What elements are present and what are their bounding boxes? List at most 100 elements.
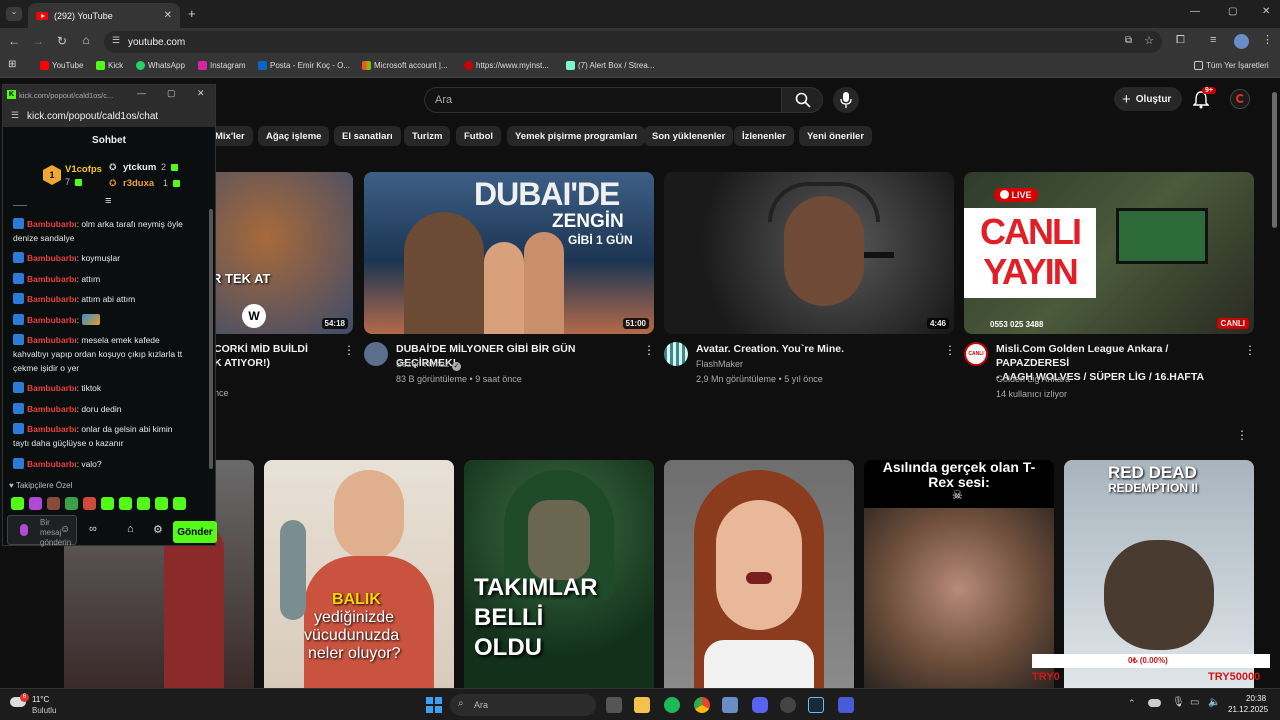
spotify-icon[interactable] xyxy=(664,697,680,713)
bookmark-myinstants[interactable]: https://www.myinst... xyxy=(464,61,549,70)
forward-icon[interactable]: → xyxy=(30,34,46,48)
emote-icon[interactable] xyxy=(65,497,78,510)
omnibox[interactable]: ☰ youtube.com ⧉ ☆ xyxy=(104,31,1162,53)
maximize-icon[interactable]: ▢ xyxy=(1228,6,1237,17)
bookmark-alertbox[interactable]: (7) Alert Box / Strea... xyxy=(566,61,654,70)
bookmark-whatsapp[interactable]: WhatsApp xyxy=(136,61,185,70)
bookmark-outlook[interactable]: Posta - Emir Koç - O... xyxy=(258,61,350,70)
send-button[interactable]: Gönder xyxy=(173,521,217,543)
short-thumbnail[interactable]: BALIK yediğinizde vücudunuzda neler oluy… xyxy=(264,460,454,688)
back-icon[interactable]: ← xyxy=(6,34,22,48)
site-info-icon[interactable]: ☰ xyxy=(112,35,120,46)
create-button[interactable]: + Oluştur xyxy=(1114,87,1182,111)
page-scrollbar[interactable] xyxy=(1272,92,1277,228)
app-icon[interactable] xyxy=(780,697,796,713)
video-title[interactable]: CORKİ MİD BUİLDİ K ATIYOR!) xyxy=(214,342,334,370)
app-icon[interactable] xyxy=(838,697,854,713)
bookmark-kick[interactable]: Kick xyxy=(96,61,123,70)
volume-icon[interactable]: 🔈 xyxy=(1208,697,1220,708)
popout-minimize-icon[interactable]: — xyxy=(137,88,146,98)
chat-settings-icon[interactable]: ∞ xyxy=(89,523,97,535)
reading-list-icon[interactable]: ≡ xyxy=(1210,34,1216,46)
clock-date[interactable]: 21.12.2025 xyxy=(1228,705,1268,714)
tray-chevron-icon[interactable]: ⌃ xyxy=(1128,698,1136,709)
shorts-menu-icon[interactable]: ⋮ xyxy=(1236,428,1248,442)
onedrive-icon[interactable] xyxy=(1148,699,1161,707)
video-thumbnail[interactable]: DUBAI'DE ZENGİN GİBİ 1 GÜN 51:00 xyxy=(364,172,654,334)
chip-football[interactable]: Futbol xyxy=(456,126,502,146)
chip-woodworking[interactable]: Ağaç işleme xyxy=(258,126,330,146)
emote-icon[interactable] xyxy=(173,497,186,510)
channel-avatar[interactable]: CANLI xyxy=(964,342,988,366)
leader-name[interactable]: ytckum xyxy=(123,162,156,173)
emote-icon[interactable] xyxy=(119,497,132,510)
steam-icon[interactable] xyxy=(808,697,824,713)
bookmark-instagram[interactable]: Instagram xyxy=(198,61,246,70)
emote-icon[interactable] xyxy=(47,497,60,510)
channel-name[interactable]: FlashMaker xyxy=(696,357,743,371)
microphone-tray-icon[interactable]: 🎙 xyxy=(1172,697,1185,708)
taskbar-search[interactable]: ⌕ Ara xyxy=(450,694,596,716)
short-thumbnail[interactable]: Asılında gerçek olan T-Rex sesi: ☠ xyxy=(864,460,1054,688)
collapse-icon[interactable]: ≡ xyxy=(105,195,111,207)
chip-cooking[interactable]: Yemek pişirme programları xyxy=(507,126,645,146)
new-tab-icon[interactable]: + xyxy=(188,6,196,21)
notifications-button[interactable]: 9+ xyxy=(1192,87,1216,109)
clock-time[interactable]: 20:38 xyxy=(1246,694,1266,703)
leader-name[interactable]: V1cofps xyxy=(65,164,102,175)
all-bookmarks[interactable]: Tüm Yer İşaretleri xyxy=(1194,61,1269,70)
video-menu-icon[interactable]: ⋮ xyxy=(1244,343,1256,357)
close-window-icon[interactable]: ✕ xyxy=(1262,6,1270,17)
chat-input[interactable]: Bir mesaj gönderin ☺ xyxy=(7,515,77,547)
popout-close-icon[interactable]: ✕ xyxy=(197,88,205,99)
extensions-icon[interactable]: ⧠ xyxy=(1176,34,1185,47)
profile-avatar[interactable] xyxy=(1234,34,1249,49)
site-info-icon[interactable]: ☰ xyxy=(11,110,19,121)
app-icon[interactable] xyxy=(722,697,738,713)
chip-recently-uploaded[interactable]: Son yüklenenler xyxy=(644,126,734,146)
minimize-icon[interactable]: — xyxy=(1190,6,1200,17)
store-icon[interactable]: ⌂ xyxy=(127,523,134,535)
search-button[interactable] xyxy=(781,87,823,113)
emote-icon[interactable] xyxy=(83,497,96,510)
video-menu-icon[interactable]: ⋮ xyxy=(944,343,956,357)
popout-maximize-icon[interactable]: ▢ xyxy=(167,88,176,99)
task-view-icon[interactable] xyxy=(606,697,622,713)
video-title[interactable]: Avatar. Creation. You`re Mine. xyxy=(696,342,936,356)
file-explorer-icon[interactable] xyxy=(634,697,650,713)
reload-icon[interactable]: ↻ xyxy=(54,34,70,48)
chip-crafts[interactable]: El sanatları xyxy=(334,126,401,146)
emote-icon[interactable] xyxy=(155,497,168,510)
gear-icon[interactable]: ⚙ xyxy=(153,523,163,536)
bookmark-microsoft[interactable]: Microsoft account |... xyxy=(362,61,448,70)
channel-avatar[interactable] xyxy=(364,342,388,366)
emote-icon[interactable] xyxy=(101,497,114,510)
bookmark-star-icon[interactable]: ☆ xyxy=(1144,34,1154,47)
video-menu-icon[interactable]: ⋮ xyxy=(643,343,655,357)
tab-list-icon[interactable]: ⌄ xyxy=(6,7,22,21)
channel-name[interactable]: Golden Lig Ankara xyxy=(996,372,1070,386)
emoji-icon[interactable]: ☺ xyxy=(60,524,70,535)
leader-name[interactable]: r3duxa xyxy=(123,178,154,189)
emote-icon[interactable] xyxy=(137,497,150,510)
video-thumbnail[interactable]: LIVE CANLI YAYIN 0553 025 3488 CANLI xyxy=(964,172,1254,334)
apps-icon[interactable]: ⊞ xyxy=(8,59,16,70)
chip-mixes[interactable]: Mix'ler xyxy=(210,126,253,146)
network-icon[interactable]: ▭ xyxy=(1190,697,1199,708)
windows-start-icon[interactable] xyxy=(426,697,442,713)
browser-menu-icon[interactable]: ⋮ xyxy=(1262,33,1273,46)
short-thumbnail[interactable] xyxy=(664,460,854,688)
chip-new-to-you[interactable]: Yeni öneriler xyxy=(799,126,873,146)
install-icon[interactable]: ⧉ xyxy=(1125,35,1132,46)
microphone-icon[interactable] xyxy=(20,524,28,536)
channel-avatar[interactable] xyxy=(664,342,688,366)
channel-name[interactable]: Sezer Yılmaz ✓ xyxy=(396,357,461,371)
search-input[interactable]: Ara xyxy=(424,87,782,113)
emote-icon[interactable] xyxy=(29,497,42,510)
account-avatar[interactable] xyxy=(1230,89,1250,109)
discord-icon[interactable] xyxy=(752,697,768,713)
short-thumbnail[interactable]: TAKIMLAR BELLİ OLDU xyxy=(464,460,654,688)
video-menu-icon[interactable]: ⋮ xyxy=(343,343,355,357)
bookmark-youtube[interactable]: YouTube xyxy=(40,61,83,70)
chrome-icon[interactable] xyxy=(694,697,710,713)
